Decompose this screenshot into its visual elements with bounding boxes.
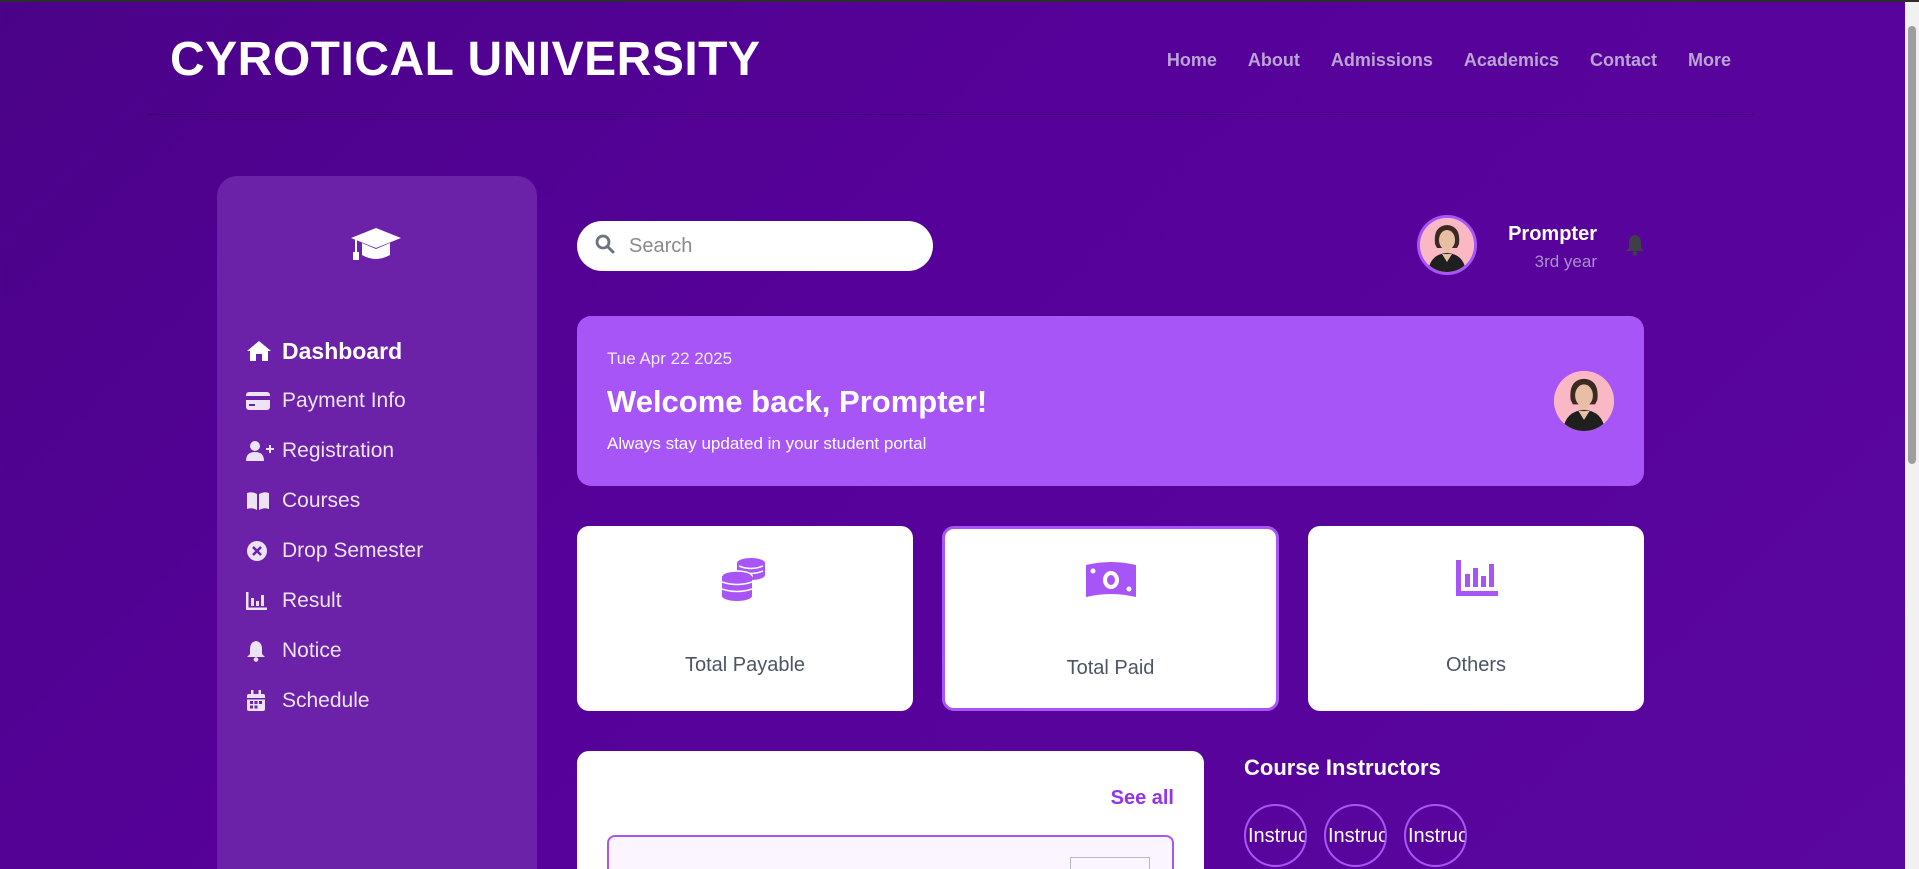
home-icon: [246, 340, 274, 362]
sidebar-item-label: Result: [282, 589, 342, 612]
welcome-title: Welcome back, Prompter!: [607, 384, 988, 419]
search-icon: [595, 234, 615, 259]
welcome-subtitle: Always stay updated in your student port…: [607, 434, 927, 453]
page-scrollbar[interactable]: [1905, 2, 1919, 869]
total-paid-card[interactable]: Total Paid: [942, 526, 1279, 711]
scrollbar-thumb[interactable]: [1908, 26, 1916, 464]
credit-card-icon: [246, 390, 274, 412]
bell-icon: [246, 640, 274, 662]
site-brand[interactable]: CYROTICAL UNIVERSITY: [170, 32, 761, 87]
sidebar-item-label: Notice: [282, 639, 342, 662]
banner-date: Tue Apr 22 2025: [607, 349, 733, 368]
sidebar-item-label: Payment Info: [282, 389, 406, 412]
nav-contact[interactable]: Contact: [1590, 50, 1657, 71]
sidebar-item-dashboard[interactable]: Dashboard: [246, 326, 423, 376]
sidebar-item-drop-semester[interactable]: Drop Semester: [246, 526, 423, 576]
graduation-cap-icon: [349, 226, 403, 264]
sidebar-item-label: Registration: [282, 439, 395, 462]
sidebar-item-label: Drop Semester: [282, 539, 424, 562]
nav-more[interactable]: More: [1688, 50, 1731, 71]
top-navbar: CYROTICAL UNIVERSITY Home About Admissio…: [148, 2, 1753, 115]
content-panel: See all: [577, 751, 1204, 869]
sidebar-item-payment-info[interactable]: Payment Info: [246, 376, 423, 426]
instructor-avatar[interactable]: Instructor: [1324, 804, 1387, 867]
profile-name: Prompter: [1508, 223, 1597, 245]
others-card[interactable]: Others: [1308, 526, 1644, 711]
broken-image-icon: [1070, 857, 1150, 869]
nav-links: Home About Admissions Academics Contact …: [1167, 50, 1731, 71]
search-input[interactable]: [629, 234, 899, 258]
nav-about[interactable]: About: [1248, 50, 1300, 71]
sidebar-item-schedule[interactable]: Schedule: [246, 676, 423, 726]
total-payable-card[interactable]: Total Payable: [577, 526, 913, 711]
sidebar-item-courses[interactable]: Courses: [246, 476, 423, 526]
nav-admissions[interactable]: Admissions: [1331, 50, 1433, 71]
card-label: Others: [1445, 654, 1507, 676]
panel-list-item[interactable]: [607, 835, 1174, 869]
instructor-avatar[interactable]: Instructor: [1404, 804, 1467, 867]
instructor-list: Instructor Instructor Instructor: [1244, 804, 1467, 867]
profile-year: 3rd year: [1534, 252, 1597, 271]
circle-x-icon: [246, 540, 274, 562]
sidebar-item-result[interactable]: Result: [246, 576, 423, 626]
chart-bars-icon: [1448, 554, 1504, 602]
banner-avatar: [1554, 371, 1614, 431]
sidebar-item-label: Courses: [282, 489, 361, 512]
sidebar-item-label: Schedule: [282, 689, 370, 712]
sidebar-item-label: Dashboard: [282, 337, 403, 364]
card-label: Total Payable: [684, 654, 806, 676]
user-plus-icon: [246, 440, 274, 462]
sidebar-menu: Dashboard Payment Info Registration Cour…: [246, 326, 423, 726]
see-all-link[interactable]: See all: [1111, 787, 1174, 810]
card-label: Total Paid: [1066, 657, 1155, 679]
nav-academics[interactable]: Academics: [1464, 50, 1559, 71]
sidebar-item-registration[interactable]: Registration: [246, 426, 423, 476]
sidebar: Dashboard Payment Info Registration Cour…: [217, 176, 537, 869]
course-instructors-title: Course Instructors: [1244, 755, 1441, 780]
nav-home[interactable]: Home: [1167, 50, 1217, 71]
search-bar[interactable]: [577, 221, 933, 271]
bar-chart-icon: [246, 590, 274, 612]
coins-icon: [717, 554, 773, 602]
notification-bell-icon[interactable]: [1625, 234, 1645, 256]
money-bill-icon: [1083, 557, 1139, 605]
sidebar-item-notice[interactable]: Notice: [246, 626, 423, 676]
welcome-banner: Tue Apr 22 2025 Welcome back, Prompter! …: [577, 316, 1644, 486]
instructor-avatar[interactable]: Instructor: [1244, 804, 1307, 867]
calendar-icon: [246, 690, 274, 712]
avatar[interactable]: [1417, 215, 1477, 275]
book-open-icon: [246, 490, 274, 512]
